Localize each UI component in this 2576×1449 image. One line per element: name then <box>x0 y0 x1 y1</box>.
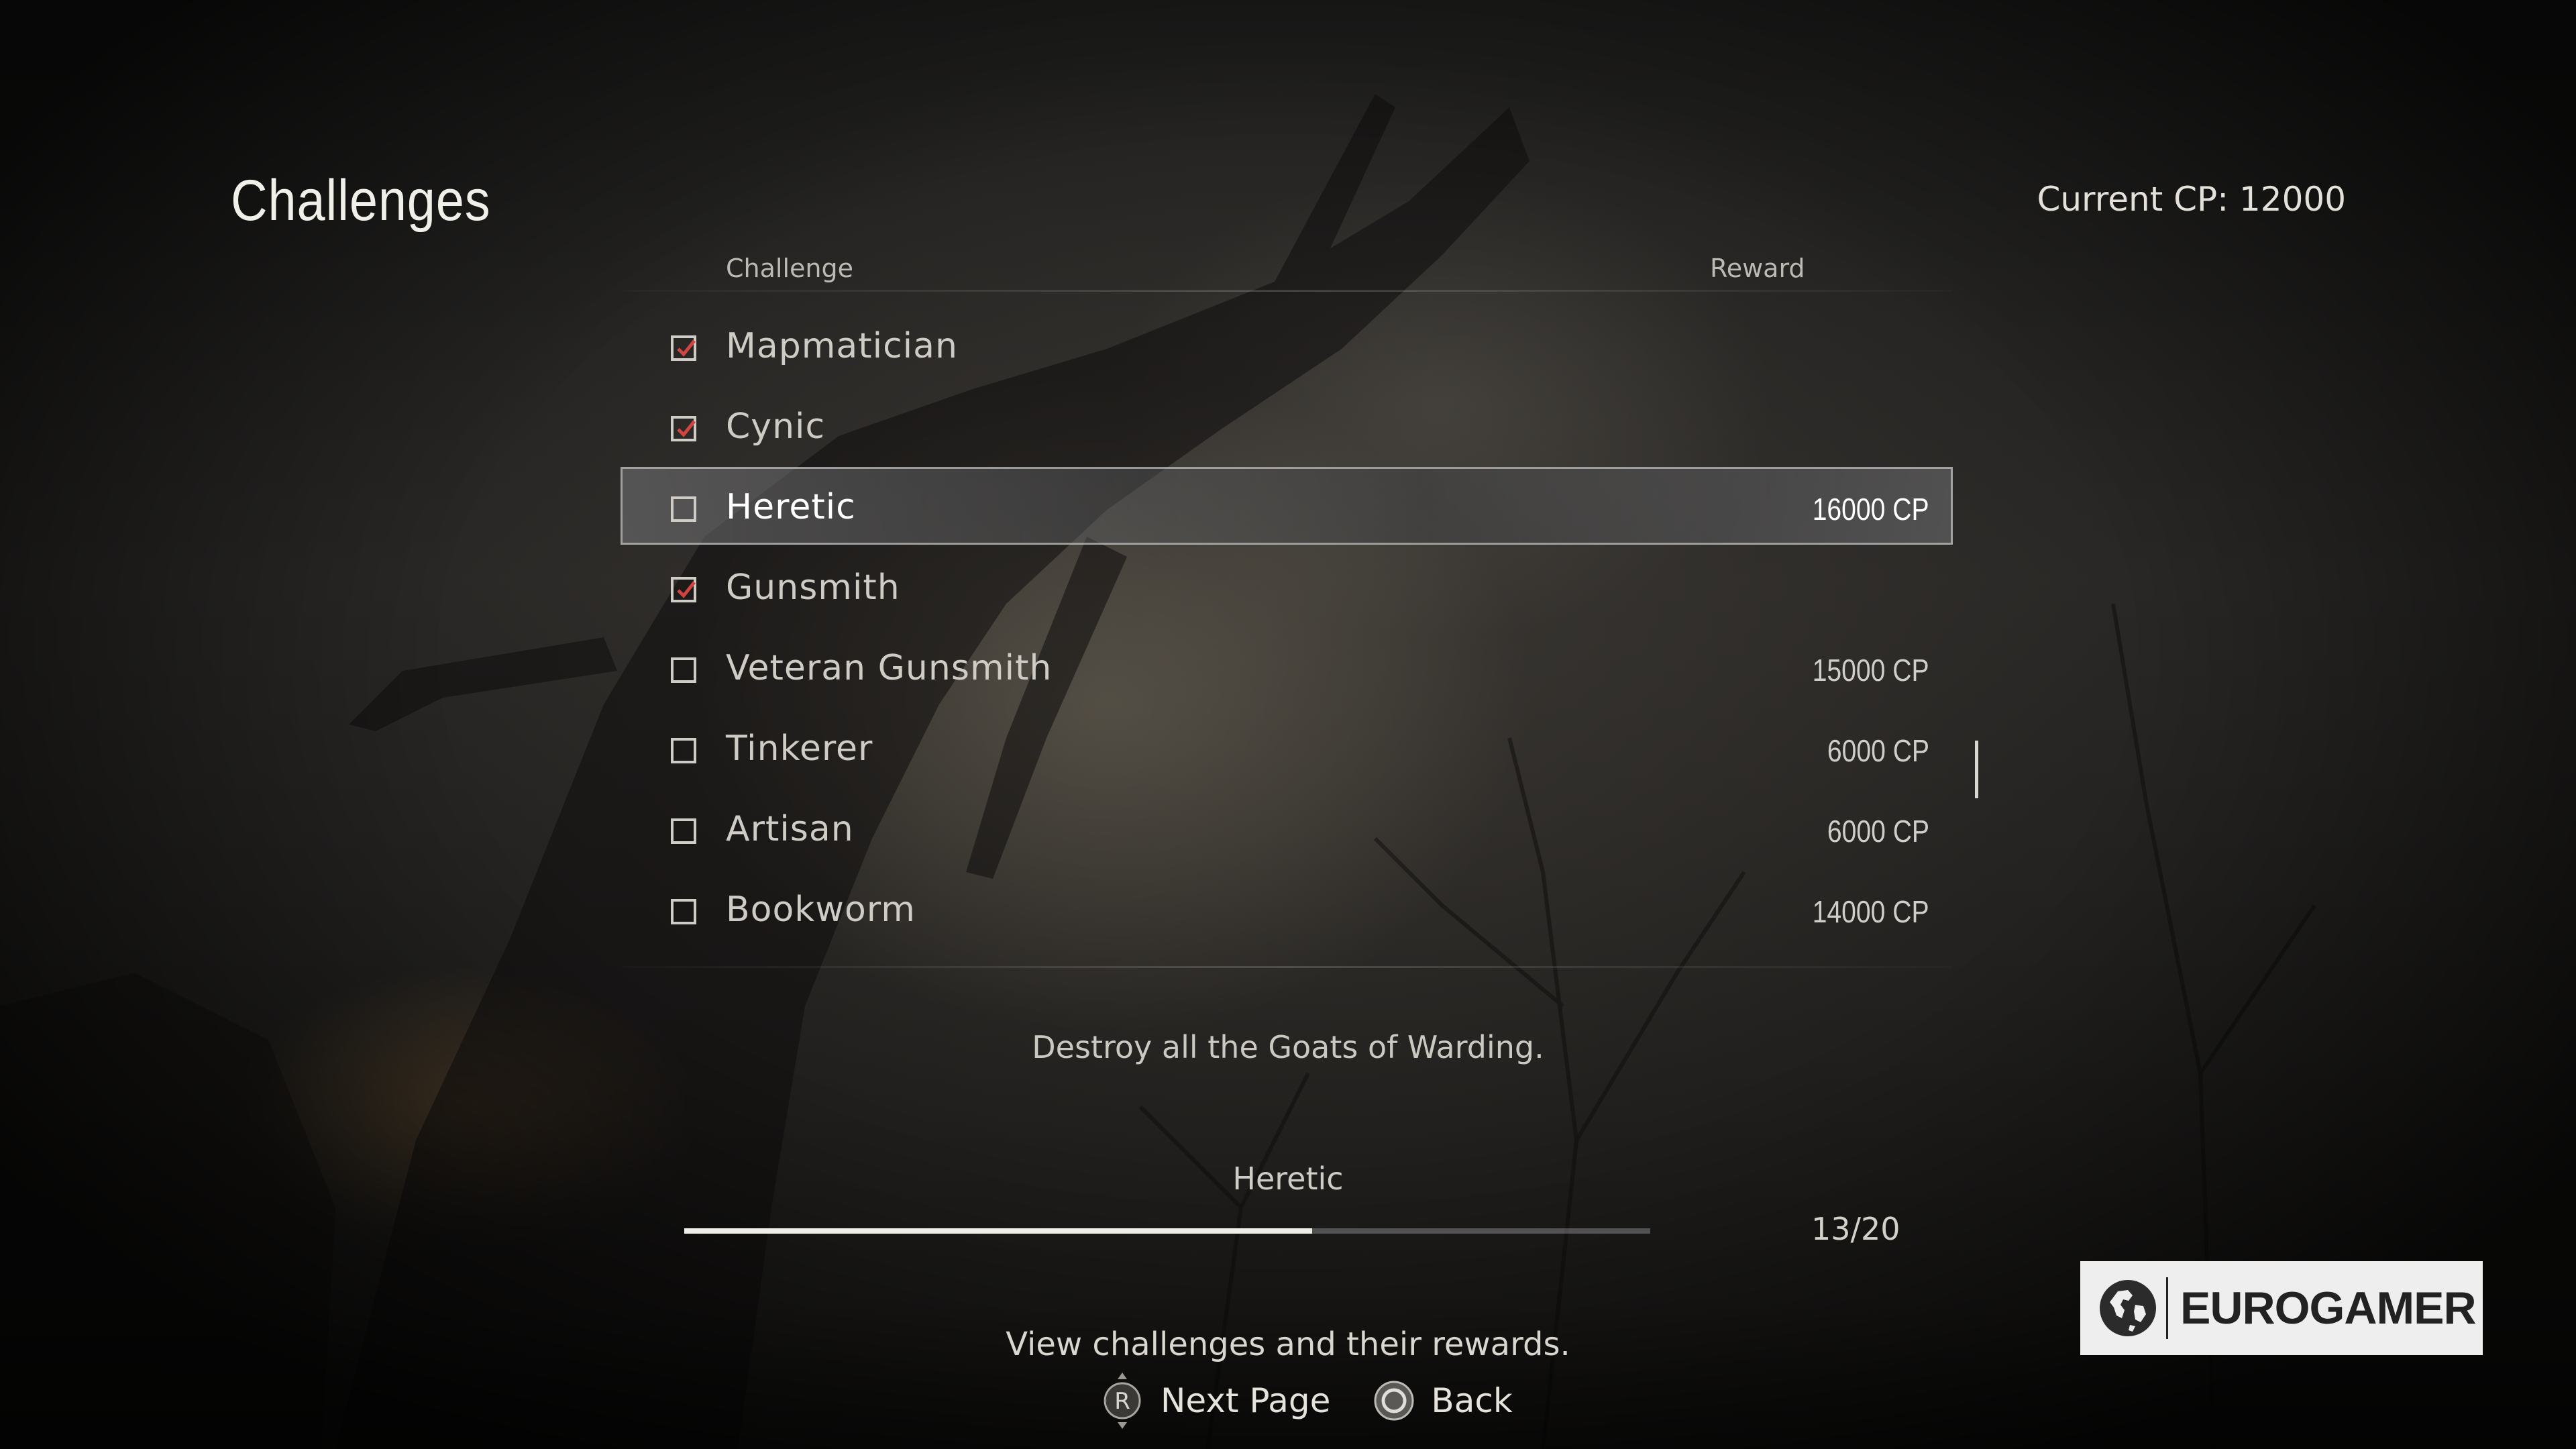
challenge-list: Mapmatician Cynic Heretic 16000 CP Gunsm… <box>621 307 1955 951</box>
challenge-reward: 6000 CP <box>1827 814 1929 849</box>
next-page-button[interactable]: Next Page <box>1161 1381 1330 1420</box>
progress-label: Heretic <box>1232 1161 1344 1197</box>
challenge-reward: 14000 CP <box>1813 894 1929 929</box>
circle-button-icon <box>1373 1380 1415 1421</box>
challenge-row-mapmatician[interactable]: Mapmatician <box>621 307 1955 388</box>
checked-box-icon <box>671 577 696 602</box>
progress-bar-fill <box>684 1228 1312 1234</box>
challenge-reward: 15000 CP <box>1813 653 1929 688</box>
empty-box-icon <box>671 818 696 844</box>
watermark-text: EUROGAMER <box>2180 1283 2477 1334</box>
challenge-row-veteran-gunsmith[interactable]: Veteran Gunsmith 15000 CP <box>621 629 1955 710</box>
column-header-reward: Reward <box>1710 254 1805 283</box>
challenge-name: Mapmatician <box>726 326 958 366</box>
column-header-challenge: Challenge <box>726 254 853 283</box>
page-title: Challenges <box>231 168 491 233</box>
header-divider <box>623 290 1952 292</box>
challenge-reward: 6000 CP <box>1827 733 1929 768</box>
logo-separator <box>2166 1277 2168 1339</box>
list-bottom-divider <box>623 966 1952 968</box>
eurogamer-watermark: EUROGAMER <box>2080 1261 2483 1355</box>
progress-count: 13/20 <box>1811 1211 1900 1247</box>
challenge-row-cynic[interactable]: Cynic <box>621 388 1955 468</box>
right-stick-glyph: R <box>1114 1388 1130 1415</box>
empty-box-icon <box>671 899 696 924</box>
challenge-description: Destroy all the Goats of Warding. <box>1032 1029 1544 1065</box>
challenge-row-gunsmith[interactable]: Gunsmith <box>621 549 1955 629</box>
challenge-name: Artisan <box>726 809 854 849</box>
empty-box-icon <box>671 496 696 522</box>
checked-box-icon <box>671 335 696 361</box>
checked-box-icon <box>671 416 696 441</box>
challenge-reward: 16000 CP <box>1813 492 1929 527</box>
challenge-row-heretic[interactable]: Heretic 16000 CP <box>621 467 1955 549</box>
challenge-name: Veteran Gunsmith <box>726 648 1053 688</box>
challenge-name: Gunsmith <box>726 568 900 608</box>
empty-box-icon <box>671 738 696 763</box>
challenge-name: Bookworm <box>726 890 916 930</box>
progress-bar <box>684 1228 1650 1234</box>
challenge-name: Cynic <box>726 407 826 447</box>
current-cp-display: Current CP: 12000 <box>2037 180 2346 219</box>
challenge-name: Tinkerer <box>726 729 873 769</box>
right-stick-icon: R <box>1100 1371 1144 1430</box>
empty-box-icon <box>671 657 696 683</box>
challenge-row-artisan[interactable]: Artisan 6000 CP <box>621 790 1955 871</box>
challenge-row-bookworm[interactable]: Bookworm 14000 CP <box>621 871 1955 951</box>
challenge-name: Heretic <box>726 487 856 527</box>
globe-icon <box>2100 1280 2156 1336</box>
list-scrollbar[interactable] <box>1975 741 1978 798</box>
back-button[interactable]: Back <box>1431 1381 1512 1420</box>
challenge-row-tinkerer[interactable]: Tinkerer 6000 CP <box>621 710 1955 790</box>
button-prompts: R Next Page Back <box>1100 1373 1540 1429</box>
